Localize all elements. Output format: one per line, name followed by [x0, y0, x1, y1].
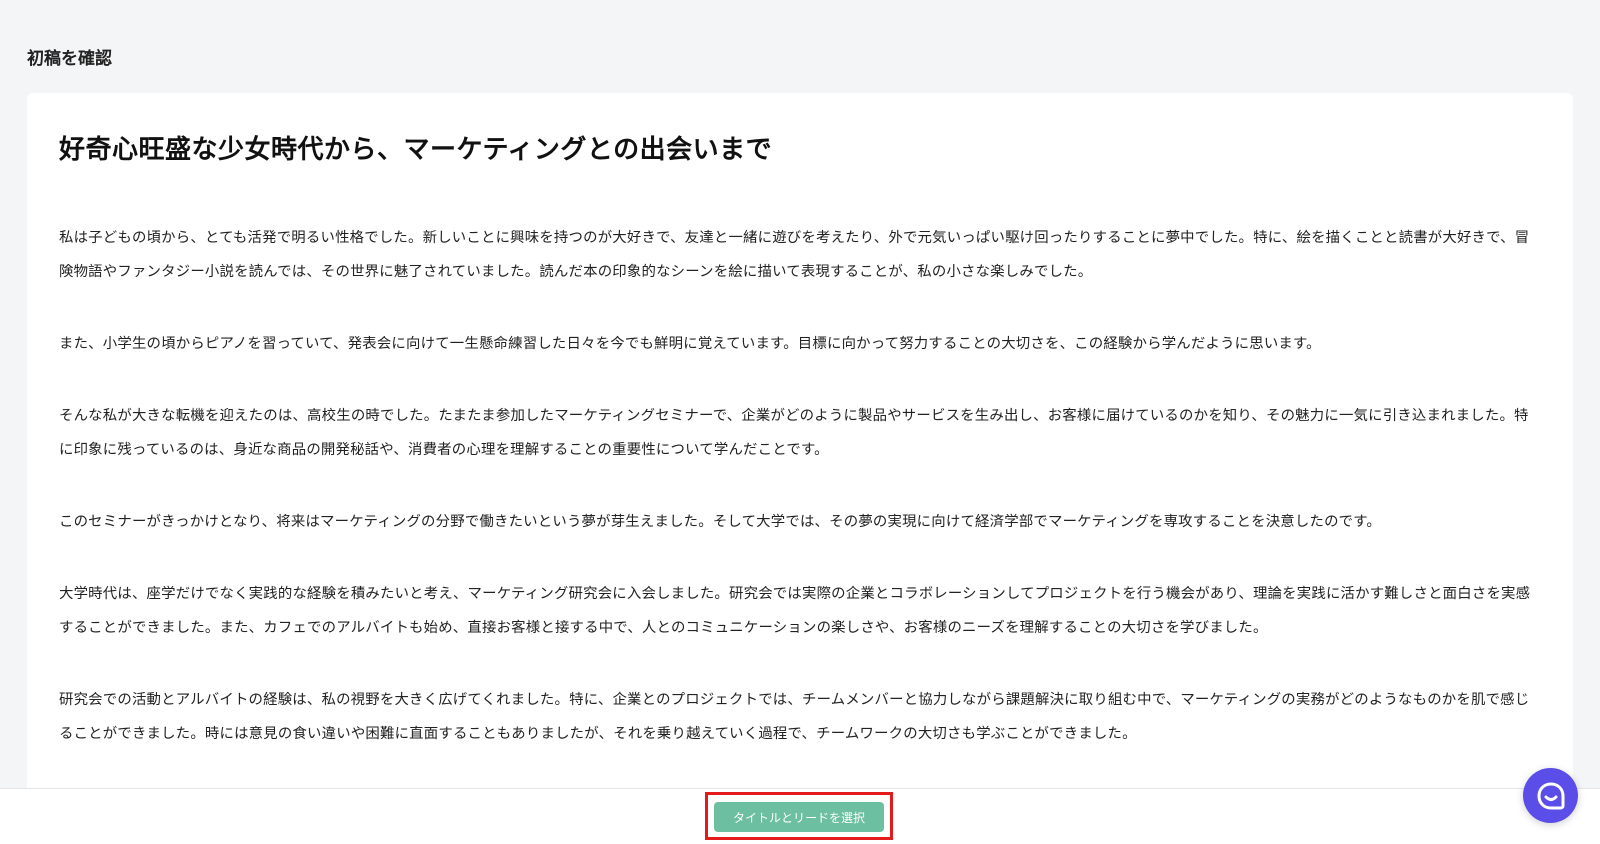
draft-card: 好奇心旺盛な少女時代から、マーケティングとの出会いまで 私は子どもの頃から、とて… — [27, 93, 1573, 793]
article-paragraph: また、小学生の頃からピアノを習っていて、発表会に向けて一生懸命練習した日々を今で… — [59, 336, 1321, 352]
article-paragraph: 私は子どもの頃から、とても活発で明るい性格でした。新しいことに興味を持つのが大好… — [59, 230, 1530, 280]
article-paragraph: このセミナーがきっかけとなり、将来はマーケティングの分野で働きたいという夢が芽生… — [59, 514, 1381, 530]
section-title: 初稿を確認 — [27, 49, 112, 69]
chat-bubble-icon — [1536, 781, 1564, 809]
page: 初稿を確認 好奇心旺盛な少女時代から、マーケティングとの出会いまで 私は子どもの… — [0, 0, 1600, 844]
article-paragraph: 大学時代は、座学だけでなく実践的な経験を積みたいと考え、マーケティング研究会に入… — [59, 586, 1531, 636]
chat-button[interactable] — [1523, 768, 1578, 823]
article-paragraph: そんな私が大きな転機を迎えたのは、高校生の時でした。たまたま参加したマーケティン… — [59, 408, 1529, 458]
article-paragraph: 研究会での活動とアルバイトの経験は、私の視野を大きく広げてくれました。特に、企業… — [59, 692, 1530, 742]
article-title: 好奇心旺盛な少女時代から、マーケティングとの出会いまで — [59, 135, 773, 165]
select-title-and-lead-button[interactable]: タイトルとリードを選択 — [714, 802, 884, 832]
